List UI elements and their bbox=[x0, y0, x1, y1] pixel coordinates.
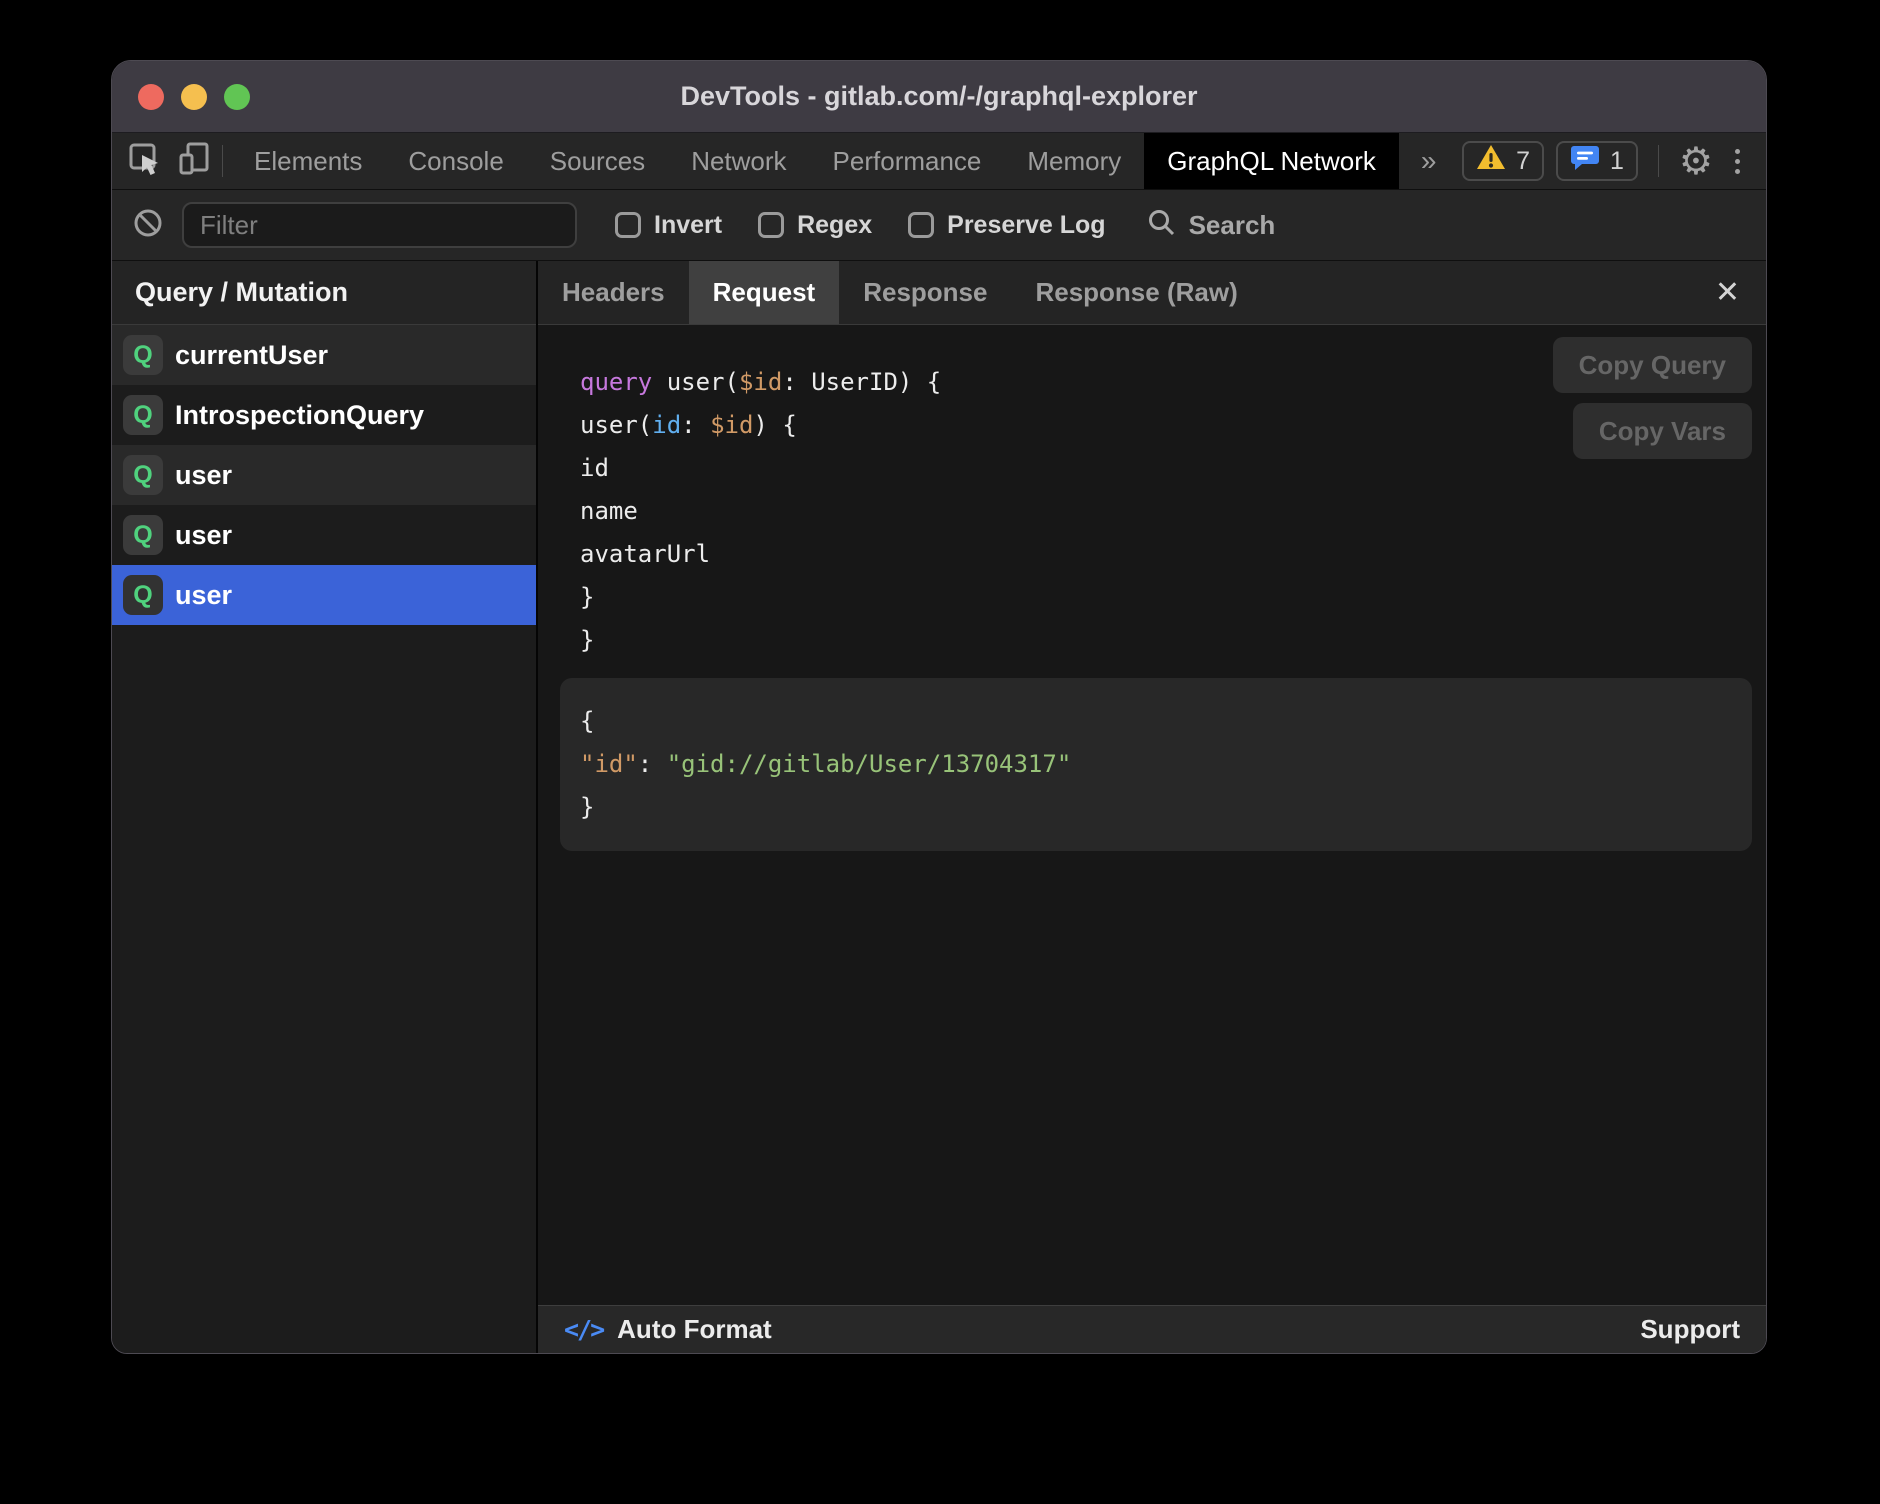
detail-tabs: HeadersRequestResponseResponse (Raw) bbox=[538, 261, 1262, 324]
actions-separator bbox=[1658, 145, 1659, 177]
more-tabs-button[interactable]: » bbox=[1399, 133, 1459, 189]
checkbox-label: Regex bbox=[797, 211, 872, 240]
message-bubble-icon bbox=[1570, 143, 1600, 180]
code-line: { bbox=[580, 700, 1732, 743]
issues-warning-badge[interactable]: 7 bbox=[1462, 141, 1544, 181]
panel-tab-response-raw[interactable]: Response (Raw) bbox=[1011, 261, 1261, 324]
warning-icon bbox=[1476, 144, 1506, 178]
panel-footer: </> Auto Format Support bbox=[538, 1305, 1766, 1353]
device-toolbar-icon[interactable] bbox=[178, 142, 210, 181]
query-type-badge: Q bbox=[123, 455, 163, 495]
query-list-header: Query / Mutation bbox=[112, 261, 536, 325]
devtools-tabs: ElementsConsoleSourcesNetworkPerformance… bbox=[231, 133, 1399, 189]
minimize-window-button[interactable] bbox=[181, 84, 207, 110]
checkbox-label: Invert bbox=[654, 211, 722, 240]
tab-elements[interactable]: Elements bbox=[231, 133, 385, 189]
query-list-item[interactable]: QcurrentUser bbox=[112, 325, 536, 385]
query-list: QcurrentUserQIntrospectionQueryQuserQuse… bbox=[112, 325, 536, 1353]
filter-bar: Invert Regex Preserve Log Search bbox=[112, 190, 1766, 261]
close-window-button[interactable] bbox=[138, 84, 164, 110]
devtools-tab-bar: ElementsConsoleSourcesNetworkPerformance… bbox=[112, 133, 1766, 190]
copy-vars-button[interactable]: Copy Vars bbox=[1573, 403, 1752, 459]
devtools-window: DevTools - gitlab.com/-/graphql-explorer… bbox=[111, 60, 1767, 1354]
query-list-panel: Query / Mutation QcurrentUserQIntrospect… bbox=[112, 261, 538, 1353]
query-type-badge: Q bbox=[123, 335, 163, 375]
checkbox-preserve-log[interactable]: Preserve Log bbox=[908, 211, 1105, 240]
tab-graphql-network[interactable]: GraphQL Network bbox=[1144, 133, 1399, 189]
code-line: avatarUrl bbox=[580, 533, 1766, 576]
tab-network[interactable]: Network bbox=[668, 133, 809, 189]
detail-tab-bar: HeadersRequestResponseResponse (Raw) ✕ bbox=[538, 261, 1766, 325]
main-area: Query / Mutation QcurrentUserQIntrospect… bbox=[112, 261, 1766, 1353]
checkbox-invert[interactable]: Invert bbox=[615, 211, 722, 240]
search-toggle[interactable]: Search bbox=[1146, 207, 1276, 244]
zoom-window-button[interactable] bbox=[224, 84, 250, 110]
title-bar: DevTools - gitlab.com/-/graphql-explorer bbox=[112, 61, 1766, 133]
code-line: } bbox=[580, 786, 1732, 829]
request-tab-content: query user($id: UserID) { user(id: $id) … bbox=[538, 325, 1766, 1305]
traffic-lights bbox=[112, 84, 250, 110]
query-variables-code: { "id": "gid://gitlab/User/13704317"} bbox=[580, 700, 1732, 829]
checkbox-label: Preserve Log bbox=[947, 211, 1105, 240]
search-label: Search bbox=[1189, 210, 1276, 241]
query-type-badge: Q bbox=[123, 395, 163, 435]
query-list-item[interactable]: Q IntrospectionQuery bbox=[112, 385, 536, 445]
window-title: DevTools - gitlab.com/-/graphql-explorer bbox=[112, 81, 1766, 112]
inspect-element-icon[interactable] bbox=[128, 142, 162, 181]
query-label: user bbox=[175, 460, 232, 491]
query-variables-box: { "id": "gid://gitlab/User/13704317"} bbox=[560, 678, 1752, 851]
query-list-item[interactable]: Quser bbox=[112, 565, 536, 625]
query-label: IntrospectionQuery bbox=[175, 400, 424, 431]
tab-sources[interactable]: Sources bbox=[527, 133, 668, 189]
copy-query-button[interactable]: Copy Query bbox=[1553, 337, 1752, 393]
tab-performance[interactable]: Performance bbox=[810, 133, 1005, 189]
query-label: user bbox=[175, 580, 232, 611]
panel-tab-response[interactable]: Response bbox=[839, 261, 1011, 324]
search-icon bbox=[1146, 207, 1176, 244]
code-line: } bbox=[580, 619, 1766, 662]
checkbox-box bbox=[615, 212, 641, 238]
copy-buttons: Copy Query Copy Vars bbox=[1553, 337, 1752, 459]
block-filter-icon[interactable] bbox=[132, 207, 164, 244]
code-format-icon: </> bbox=[564, 1315, 603, 1344]
auto-format-button[interactable]: </> Auto Format bbox=[564, 1314, 772, 1345]
close-icon[interactable]: ✕ bbox=[1689, 261, 1766, 324]
panel-tab-headers[interactable]: Headers bbox=[538, 261, 689, 324]
message-count: 1 bbox=[1610, 147, 1624, 176]
checkbox-box bbox=[758, 212, 784, 238]
request-detail-panel: HeadersRequestResponseResponse (Raw) ✕ q… bbox=[538, 261, 1766, 1353]
console-messages-badge[interactable]: 1 bbox=[1556, 141, 1638, 181]
auto-format-label: Auto Format bbox=[617, 1314, 772, 1345]
query-list-item[interactable]: Quser bbox=[112, 505, 536, 565]
more-options-icon[interactable] bbox=[1725, 149, 1750, 174]
tab-console[interactable]: Console bbox=[385, 133, 526, 189]
query-label: currentUser bbox=[175, 340, 328, 371]
settings-gear-icon[interactable]: ⚙ bbox=[1679, 142, 1713, 180]
code-line: name bbox=[580, 490, 1766, 533]
tab-memory[interactable]: Memory bbox=[1004, 133, 1144, 189]
tab-bar-actions: 7 1 ⚙ bbox=[1462, 133, 1766, 189]
query-label: user bbox=[175, 520, 232, 551]
panel-tab-request[interactable]: Request bbox=[689, 261, 840, 324]
code-line: "id": "gid://gitlab/User/13704317" bbox=[580, 743, 1732, 786]
toolbar-icons bbox=[112, 133, 214, 189]
filter-input[interactable] bbox=[182, 202, 577, 248]
checkbox-box bbox=[908, 212, 934, 238]
checkbox-regex[interactable]: Regex bbox=[758, 211, 872, 240]
filter-checkboxes: Invert Regex Preserve Log bbox=[615, 211, 1106, 240]
query-type-badge: Q bbox=[123, 575, 163, 615]
toolbar-separator bbox=[222, 145, 223, 177]
warning-count: 7 bbox=[1516, 147, 1530, 176]
query-list-item[interactable]: Quser bbox=[112, 445, 536, 505]
query-type-badge: Q bbox=[123, 515, 163, 555]
code-line: } bbox=[580, 576, 1766, 619]
support-link[interactable]: Support bbox=[1640, 1314, 1740, 1345]
